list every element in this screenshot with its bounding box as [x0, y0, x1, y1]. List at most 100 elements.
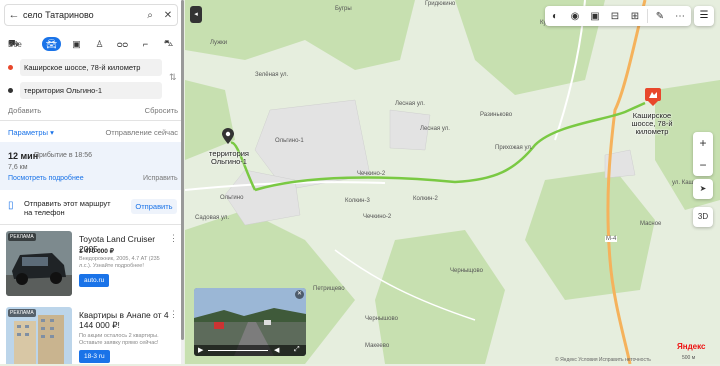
bus-icon: ▣	[72, 38, 81, 49]
params-row: Параметры ▾ Отправление сейчас	[8, 128, 178, 137]
place-label: Ольгино	[220, 195, 244, 201]
mode-all-label: Все	[8, 39, 22, 49]
more-horizontal-icon[interactable]: ⋯	[670, 11, 690, 22]
transit-icon[interactable]: ⊟	[605, 11, 625, 22]
mode-scooter[interactable]: ⌐	[134, 39, 157, 49]
destination-pin-icon[interactable]	[222, 128, 234, 144]
route-option[interactable]: 12 мин Прибытие в 18:56 7,6 км Посмотрет…	[0, 142, 181, 190]
map-toolbar: ◐ ◉ ▣ ⊟ ⊞ ✎ ⋯	[545, 6, 691, 26]
more-vertical-icon[interactable]: ⋮	[169, 233, 178, 244]
place-label: Чернышово	[365, 316, 398, 322]
more-vertical-icon[interactable]: ⋮	[169, 309, 178, 320]
ad-image: РЕКЛАМА	[6, 307, 72, 364]
place-label: Ольгино-1	[275, 138, 304, 144]
ad-source-button[interactable]: auto.ru	[79, 274, 110, 287]
place-label: Разиньково	[480, 112, 513, 118]
panel-scrollbar[interactable]	[181, 0, 184, 364]
street-label: Лесная ул.	[395, 101, 425, 107]
collapse-panel-button[interactable]: ◂	[190, 6, 202, 23]
locate-button[interactable]: ➤	[693, 179, 713, 199]
layers-icon[interactable]: ◐	[545, 11, 565, 22]
copyright[interactable]: © Яндекс Условия Исправить неточность	[555, 357, 651, 363]
ad-source-button[interactable]: 18-3 ru	[79, 350, 110, 363]
ad-image: РЕКЛАМА	[6, 231, 72, 296]
swap-icon[interactable]: ⇅	[169, 72, 177, 83]
place-label: Макеево	[365, 343, 390, 349]
zoom-in-button[interactable]: +	[693, 132, 713, 154]
params-label: Параметры	[8, 128, 48, 137]
divider	[0, 224, 181, 225]
ad-title[interactable]: Квартиры в Анапе от 4 144 000 ₽!	[79, 310, 169, 330]
taxi-icon: ⛍	[163, 38, 174, 48]
departure-selector[interactable]: Отправление сейчас	[105, 128, 178, 137]
place-label: Бугры	[335, 6, 352, 12]
route-distance: 7,6 км	[8, 164, 28, 171]
route-arrival: Прибытие в 18:56	[34, 152, 93, 159]
mode-taxi[interactable]: ⛍	[157, 38, 180, 50]
video-progress[interactable]	[208, 350, 268, 351]
destination-field[interactable]: территория Ольгино-1	[20, 82, 162, 99]
ad-description: По акции осталось 2 квартиры. Оставьте з…	[79, 333, 159, 346]
mode-walk[interactable]: ♙	[88, 39, 111, 50]
place-label: Лужки	[210, 40, 228, 46]
view-3d-button[interactable]: 3D	[693, 207, 713, 227]
yandex-logo: Яндекс	[677, 342, 706, 351]
back-arrow-icon[interactable]: ←	[5, 9, 23, 21]
mode-car[interactable]: 🚘︎	[42, 37, 61, 51]
origin-field[interactable]: Каширское шоссе, 78-й километр	[20, 59, 162, 76]
chevron-down-icon: ▾	[50, 128, 54, 137]
zoom-out-button[interactable]: −	[693, 154, 713, 176]
mode-transit[interactable]: ▣	[65, 39, 88, 50]
place-label: Масное	[640, 221, 662, 227]
send-button[interactable]: Отправить	[131, 199, 177, 214]
send-to-phone: ▯ Отправить этот маршрут на телефон Отпр…	[8, 197, 178, 217]
close-icon[interactable]: ✕	[295, 290, 304, 299]
camera-icon[interactable]: ▣	[585, 11, 605, 22]
volume-icon[interactable]: ◀	[274, 346, 279, 354]
place-label: Колкин-2	[413, 196, 438, 202]
ad-description: Внедорожник, 2005, 4.7 AT (235 л.с.). Уз…	[79, 256, 160, 269]
street-label: Прихожая ул.	[495, 145, 533, 151]
form-actions: Добавить Сбросить	[8, 106, 178, 115]
scale-label: 500 м	[682, 355, 696, 361]
origin-label: Каширское шоссе, 78-й километр	[631, 111, 673, 136]
bicycle-icon: ᴑᴑ	[117, 39, 128, 49]
search-icon[interactable]: ⌕	[141, 10, 159, 21]
mode-bike[interactable]: ᴑᴑ	[111, 39, 134, 49]
ad-card[interactable]: РЕКЛАМА Toyota Land Cruiser 2005 1 470 0…	[4, 231, 178, 297]
ad-badge: РЕКЛАМА	[8, 233, 36, 241]
car-icon: 🚘︎	[45, 38, 58, 49]
toolbar-divider	[647, 9, 648, 23]
origin-pin-icon[interactable]	[645, 88, 661, 106]
details-link[interactable]: Посмотреть подробнее	[8, 175, 84, 182]
destination-label: территория Ольгино-1	[209, 149, 249, 166]
fix-link[interactable]: Исправить	[143, 175, 178, 182]
scrollbar-thumb[interactable]	[181, 0, 184, 340]
panorama-icon[interactable]: ◉	[565, 11, 585, 22]
search-bar[interactable]: ← село Татариново ⌕ ✕	[4, 4, 178, 26]
reset-button[interactable]: Сбросить	[145, 106, 178, 115]
fullscreen-icon[interactable]: ⤢	[294, 346, 300, 354]
street-label: Садовая ул.	[195, 215, 229, 221]
zoom-control: + −	[693, 132, 713, 176]
walk-icon: ♙	[95, 38, 104, 49]
params-button[interactable]: Параметры ▾	[8, 128, 54, 137]
origin-dot-icon	[8, 65, 13, 70]
ad-card[interactable]: РЕКЛАМА Квартиры в Анапе от 4 144 000 ₽!…	[4, 307, 178, 364]
play-icon[interactable]: ▶	[198, 346, 203, 354]
location-arrow-icon: ➤	[699, 184, 707, 193]
phone-icon: ▯	[8, 200, 14, 211]
add-point-button[interactable]: Добавить	[8, 106, 41, 115]
search-input[interactable]: село Татариново	[23, 10, 141, 20]
traffic-icon[interactable]: ⊞	[625, 11, 645, 22]
place-label: Петрищево	[313, 286, 345, 292]
close-icon[interactable]: ✕	[159, 10, 177, 21]
divider	[0, 120, 181, 121]
video-player[interactable]: ▶ ◀ ⤢ ✕	[194, 288, 306, 356]
ruler-icon[interactable]: ✎	[650, 11, 670, 22]
mode-all[interactable]: ⛟ Все	[8, 38, 42, 50]
menu-button[interactable]: ☰	[694, 6, 714, 26]
destination-dot-icon	[8, 88, 13, 93]
place-label: Чечкино-2	[357, 171, 386, 177]
view-3d-label: 3D	[697, 212, 709, 221]
